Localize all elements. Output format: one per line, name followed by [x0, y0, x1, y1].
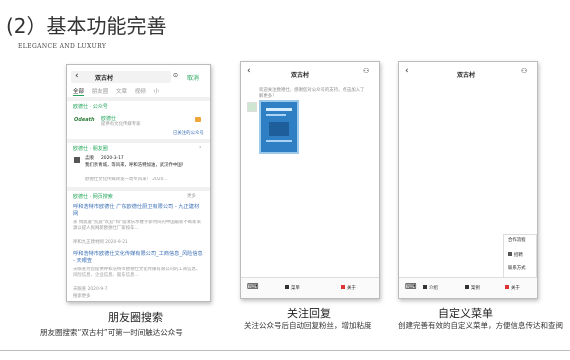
popup-item-recruit-label: 招聘	[514, 253, 523, 258]
desc-custom-menu: 创建完善有效的自定义菜单，方便信息传达和查阅	[398, 321, 563, 330]
back-icon[interactable]: ‹	[247, 66, 251, 76]
menu-item-about[interactable]: 关于	[505, 285, 520, 292]
oa-enter-link[interactable]: 已关注的公众号	[173, 131, 204, 137]
web-result-2-meta: 天眼查 2020-9-7	[73, 287, 108, 292]
menu-bar: ⌨ 介绍 案例 关于	[399, 277, 537, 298]
menu-bar: ⌨ 菜单 关于	[241, 277, 379, 298]
tab-moments[interactable]: 朋友圈	[92, 89, 109, 95]
page-subtitle: ELEGANCE AND LUXURY	[18, 43, 107, 50]
oa-name[interactable]: 欧德仕	[101, 115, 116, 122]
keyboard-icon[interactable]: ⌨	[247, 282, 259, 291]
menu-item-intro[interactable]: 介绍	[423, 285, 438, 292]
mic-icon[interactable]: ⊙	[173, 72, 178, 79]
popup-item-contact[interactable]: 联系方式	[508, 266, 526, 272]
phone-follow-reply-screenshot: ‹ 双古村 ⚇ 欢迎关注欧德仕，感谢您对公众号的支持，点击加入了解更多！ ⌨ 菜…	[240, 61, 380, 299]
web-result-1-title[interactable]: 呼和浩特市欧德仕 广东欧德仕厨卫有限公司 - 九正建材网	[73, 204, 203, 218]
moment-avatar	[74, 157, 80, 163]
back-icon[interactable]: ‹	[75, 71, 79, 81]
caption-moments-search: 朋友圈搜索	[108, 311, 163, 324]
moment-date: 2020-3-17	[101, 156, 124, 161]
web-section-title: 欧德仕 · 网页搜索	[73, 194, 113, 200]
profile-icon[interactable]: ⚇	[363, 67, 369, 75]
tab-all[interactable]: 全部	[73, 89, 85, 96]
caption-follow-reply: 关注回复	[287, 307, 331, 320]
phone-custom-menu-screenshot: ‹ 双古村 ⚇ 合作流程 招聘 联系方式 ⌨ 介绍 案例 关于	[398, 61, 538, 299]
bottom-divider	[0, 350, 570, 351]
moment-text: 我们亲青城，等风来，呼和浩特加油，武汉乔中国！	[85, 163, 186, 168]
menu-item-about-label: 关于	[511, 286, 520, 291]
search-query[interactable]: 双古村	[95, 73, 113, 82]
web-result-2-title[interactable]: 呼和浩特市欧德仕文化传媒有限公司_工商信息_风险信息 - 天眼查	[73, 251, 203, 265]
menu-item-cases-label: 案例	[471, 286, 480, 291]
oa-section-title: 欧德仕 · 公众号	[73, 104, 108, 110]
oa-badge	[195, 117, 201, 122]
keyboard-icon[interactable]: ⌨	[405, 282, 417, 291]
oa-desc: 提供有文化传媒专家	[101, 122, 141, 127]
moment-sub: 欧德仕文化传媒转发一周专风来！ 2020...	[85, 177, 168, 182]
popup-menu: 合作流程 招聘 联系方式	[503, 234, 537, 278]
menu-item-left-label: 菜单	[291, 286, 300, 291]
web-result-1-meta: 呼和九正建材网 2020-9-21	[73, 240, 128, 245]
phone-search-screenshot: ‹ 双古村 ⊙ 取消 全部 朋友圈 文章 视频 小 欧德仕 · 公众号 Odea…	[66, 64, 211, 302]
chat-avatar	[247, 102, 257, 112]
chat-title: 双古村	[457, 72, 476, 79]
welcome-message: 欢迎关注欧德仕，感谢您对公众号的支持，点击加入了解更多！	[259, 88, 365, 99]
menu-item-intro-label: 介绍	[429, 286, 438, 291]
page-title: (2）基本功能完善	[6, 14, 167, 38]
desc-moments-search: 朋友圈搜索“双古村”可第一时间触达公众号	[40, 328, 183, 337]
more-link[interactable]: 更多	[187, 194, 196, 200]
back-icon[interactable]: ‹	[405, 66, 409, 76]
tab-articles[interactable]: 文章	[116, 89, 127, 95]
menu-item-left[interactable]: 菜单	[285, 285, 300, 292]
moments-section-title: 欧德仕 · 朋友圈	[73, 146, 108, 152]
search-bar[interactable]	[71, 71, 171, 83]
search-more-link[interactable]: 搜索更多	[73, 294, 91, 300]
caption-custom-menu: 自定义菜单	[438, 307, 493, 320]
tab-bar: 全部 朋友圈 文章 视频 小	[73, 87, 160, 96]
moment-user: 孟顺	[85, 156, 94, 161]
oa-logo: Odeath	[74, 117, 95, 123]
popup-item-cooperation[interactable]: 合作流程	[508, 238, 526, 244]
desc-follow-reply: 关注公众号后自动回复粉丝，增加粘度	[244, 321, 372, 330]
tab-video[interactable]: 视频	[135, 89, 146, 95]
chevron-right-icon[interactable]: ›	[199, 144, 201, 151]
poster-image[interactable]	[259, 100, 299, 154]
menu-item-cases[interactable]: 案例	[465, 285, 480, 292]
web-result-1-snippet: 永 博奥厦"凯旋"欢迎"和"谐清乐水楼字新时间内中国最新不断新来源以提人民网新欧…	[73, 220, 202, 231]
menu-item-right[interactable]: 关于	[341, 285, 356, 292]
popup-item-recruit[interactable]: 招聘	[508, 252, 523, 259]
cancel-button[interactable]: 取消	[187, 73, 199, 82]
web-result-2-snippet: 天眼查为您提供呼和浩特市欧德仕文化传媒有限公司的工商信息、风险信息、企业信息、股…	[73, 267, 201, 278]
chat-title: 双古村	[291, 72, 310, 79]
profile-icon[interactable]: ⚇	[521, 67, 527, 75]
tab-more[interactable]: 小	[154, 89, 160, 95]
menu-item-right-label: 关于	[347, 286, 356, 291]
